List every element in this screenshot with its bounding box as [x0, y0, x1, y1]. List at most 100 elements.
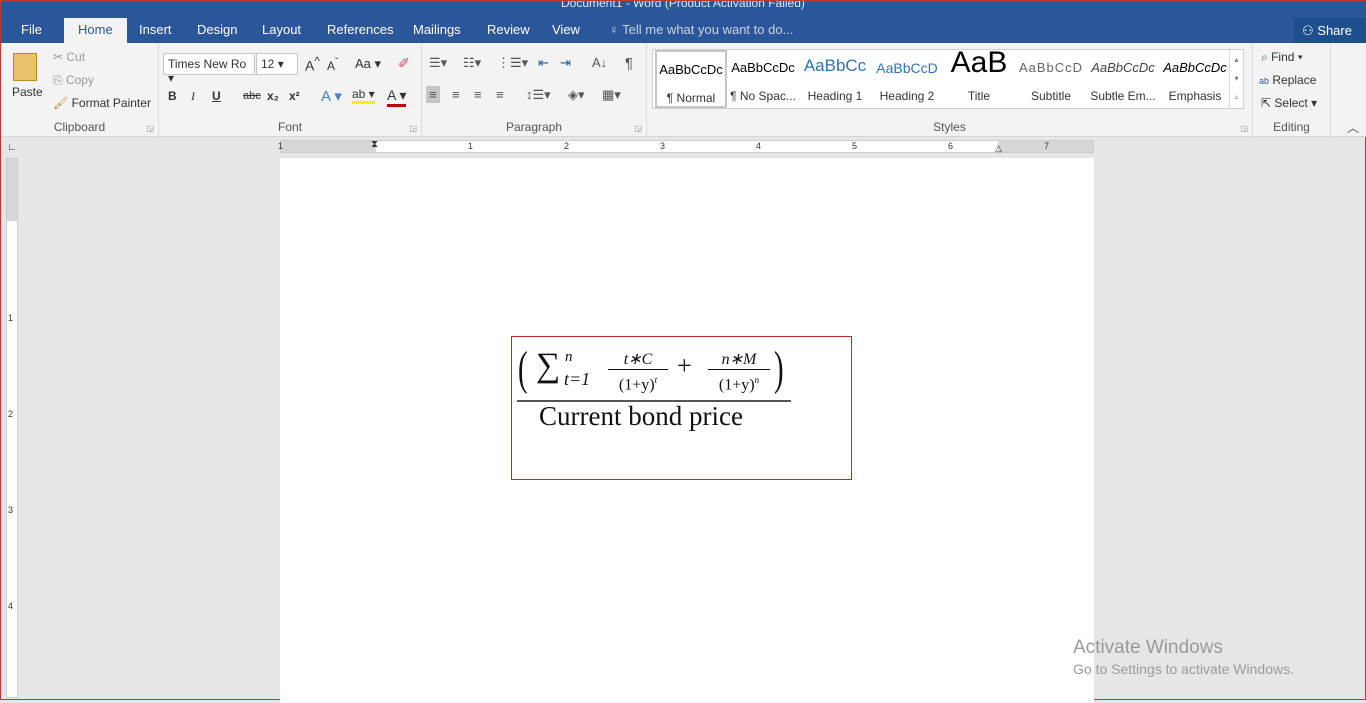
style-preview: AaBbCc — [803, 56, 867, 75]
shading-icon[interactable]: ◈▾ — [568, 87, 585, 103]
plus-sign: + — [677, 351, 692, 380]
tab-home[interactable]: Home — [64, 18, 127, 43]
style-title[interactable]: AaB Title — [943, 46, 1015, 108]
tab-layout[interactable]: Layout — [262, 22, 301, 37]
fraction-2: n∗M (1+y)n — [708, 351, 770, 395]
copy-button[interactable]: ⎘ Copy — [53, 73, 94, 88]
font-color-icon[interactable]: A ▾ — [387, 87, 407, 107]
exponent-1: t — [654, 375, 658, 385]
clipboard-label: Clipboard — [53, 120, 106, 134]
align-left-icon[interactable]: ≡ — [426, 86, 440, 103]
ribbon-tabs: File Home Insert Design Layout Reference… — [1, 18, 1366, 43]
ruler-number: 4 — [756, 141, 762, 151]
share-button[interactable]: ⚇ Share — [1294, 18, 1366, 43]
change-case-label: Aa — [355, 56, 371, 71]
show-formatting-icon[interactable]: ¶ — [625, 55, 633, 72]
copy-label: Copy — [65, 73, 94, 87]
font-size-select[interactable]: 12 ▾ — [256, 53, 298, 75]
gallery-scroll[interactable]: ▴ ▾ ⩡ — [1229, 50, 1243, 108]
superscript-button[interactable]: x² — [289, 89, 300, 103]
highlight-icon[interactable]: ab ▾ — [352, 87, 375, 104]
italic-button[interactable]: I — [191, 89, 195, 104]
subscript-button[interactable]: x₂ — [267, 89, 279, 103]
tab-insert[interactable]: Insert — [139, 22, 172, 37]
ruler-number: 6 — [948, 141, 954, 151]
cut-label: Cut — [66, 50, 86, 64]
style-subtle-emphasis[interactable]: AaBbCcDc Subtle Em... — [1087, 50, 1159, 108]
line-spacing-icon[interactable]: ↕☰▾ — [526, 87, 551, 103]
justify-icon[interactable]: ≡ — [496, 87, 504, 102]
style-heading-2[interactable]: AaBbCcD Heading 2 — [871, 50, 943, 108]
sort-icon[interactable]: A↓ — [592, 55, 607, 70]
cut-button[interactable]: ✂ Cut — [53, 50, 85, 64]
share-label: Share — [1317, 23, 1352, 38]
dialog-launcher-icon[interactable]: ◲ — [634, 124, 642, 133]
style-no-spacing[interactable]: AaBbCcDc ¶ No Spac... — [727, 50, 799, 108]
equation-image[interactable]: ( ∑ n t=1 t∗C (1+y)t + n∗M (1+y)n ) Curr… — [511, 336, 852, 480]
grow-font-button[interactable]: A^ — [305, 55, 320, 74]
style-preview: AaBbCcDc — [1091, 60, 1155, 75]
select-button[interactable]: ⇱ Select ▾ — [1261, 96, 1317, 110]
dialog-launcher-icon[interactable]: ◲ — [409, 124, 417, 133]
tab-review[interactable]: Review — [487, 22, 530, 37]
dialog-launcher-icon[interactable]: ◲ — [146, 124, 154, 133]
font-name-select[interactable]: Times New Ro ▾ — [163, 53, 255, 85]
style-heading-1[interactable]: AaBbCc Heading 1 — [799, 50, 871, 108]
ruler-number: 2 — [564, 141, 570, 151]
strikethrough-button[interactable]: abc — [243, 90, 261, 102]
paste-button[interactable]: Paste — [9, 49, 43, 113]
ruler-number: 5 — [852, 141, 858, 151]
find-button[interactable]: ⌕ Find ▾ — [1261, 50, 1303, 65]
horizontal-ruler[interactable]: 1 1 2 3 4 5 6 7 ⧗ △ — [278, 139, 1094, 154]
styles-label: Styles — [933, 120, 966, 134]
align-center-icon[interactable]: ≡ — [452, 87, 460, 102]
style-name: Subtle Em... — [1090, 89, 1156, 103]
text-effects-icon[interactable]: A ▾ — [321, 87, 342, 105]
multilevel-list-icon[interactable]: ⋮☰▾ — [497, 55, 528, 71]
vertical-ruler[interactable]: 1 2 3 4 — [6, 158, 18, 698]
clipboard-group: Paste ✂ Cut ⎘ Copy 🖌 Format Painter Clip… — [1, 43, 159, 137]
watermark-line-1: Activate Windows — [1073, 637, 1223, 658]
tab-selector-icon[interactable]: ∟ — [7, 142, 17, 153]
font-name: Times New Ro — [168, 57, 247, 71]
bullets-icon[interactable]: ☰▾ — [429, 55, 447, 71]
numbering-icon[interactable]: ☷▾ — [463, 55, 481, 71]
replace-button[interactable]: ab Replace — [1259, 73, 1316, 87]
bold-button[interactable]: B — [168, 89, 177, 103]
cursor-icon: ⇱ — [1261, 96, 1272, 110]
style-emphasis[interactable]: AaBbCcDc Emphasis — [1159, 50, 1231, 108]
right-paren: ) — [774, 342, 784, 395]
tab-view[interactable]: View — [552, 22, 580, 37]
sum-symbol: ∑ — [536, 347, 561, 384]
style-subtitle[interactable]: AaBbCcD Subtitle — [1015, 50, 1087, 108]
dialog-launcher-icon[interactable]: ◲ — [1240, 124, 1248, 133]
collapse-ribbon-icon[interactable]: ︿ — [1347, 119, 1359, 136]
ruler-number: 1 — [468, 141, 474, 151]
indent-marker-icon[interactable]: ⧗ — [371, 139, 378, 150]
tab-file[interactable]: File — [21, 22, 42, 37]
ruler-number: 3 — [8, 505, 14, 515]
increase-indent-icon[interactable]: ⇥ — [560, 55, 571, 71]
right-indent-marker-icon[interactable]: △ — [995, 143, 1002, 154]
ruler-number: 7 — [1044, 141, 1050, 151]
style-preview: AaBbCcDc — [1163, 60, 1227, 75]
find-label: Find — [1271, 50, 1295, 64]
font-size: 12 — [261, 57, 275, 71]
format-painter-button[interactable]: 🖌 Format Painter — [53, 96, 151, 110]
tab-mailings[interactable]: Mailings — [413, 22, 461, 37]
style-preview: AaBbCcD — [876, 60, 938, 76]
style-normal[interactable]: AaBbCcDc ¶ Normal — [655, 50, 727, 108]
tab-references[interactable]: References — [327, 22, 393, 37]
borders-icon[interactable]: ▦▾ — [602, 87, 621, 103]
shrink-font-button[interactable]: Aˇ — [327, 57, 338, 73]
decrease-indent-icon[interactable]: ⇤ — [538, 55, 549, 71]
underline-button[interactable]: U — [212, 89, 221, 103]
ruler-number: 3 — [660, 141, 666, 151]
main-denominator: Current bond price — [539, 401, 743, 431]
tell-me-search[interactable]: ♀ Tell me what you want to do... — [609, 22, 793, 37]
change-case-button[interactable]: Aa ▾ — [355, 56, 381, 72]
clear-formatting-icon[interactable]: ✐ — [398, 55, 410, 72]
activate-windows-watermark: Activate Windows Go to Settings to activ… — [1073, 637, 1294, 677]
align-right-icon[interactable]: ≡ — [474, 87, 482, 102]
tab-design[interactable]: Design — [197, 22, 237, 37]
